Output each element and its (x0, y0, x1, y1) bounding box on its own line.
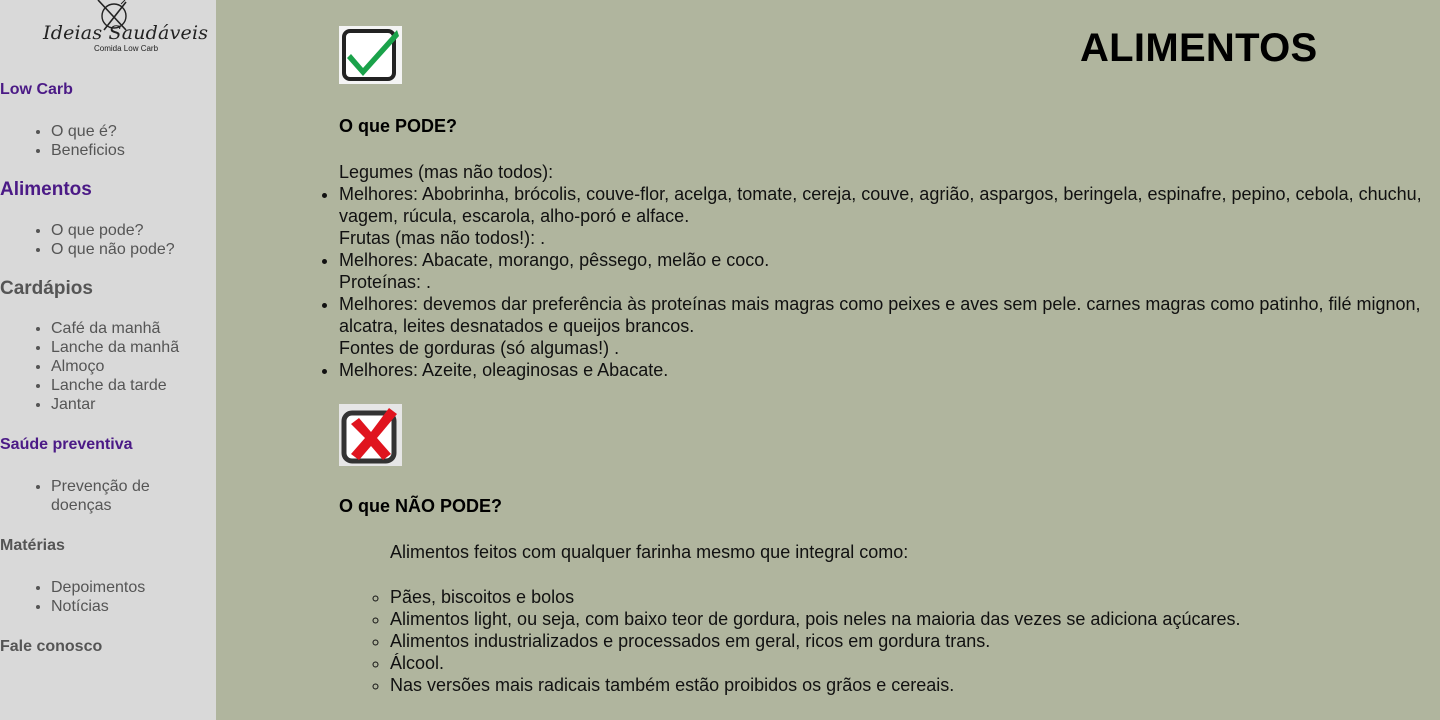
nav-link-prevencao-de-doencas[interactable]: Prevenção de doenças (51, 478, 150, 514)
category-label: Fontes de gorduras (só algumas!) . (339, 338, 620, 358)
red-x-icon (339, 404, 402, 466)
page-title: ALIMENTOS (1080, 26, 1318, 70)
nav-link-almoco[interactable]: Almoço (51, 358, 104, 375)
allowed-foods: Legumes (mas não todos): Melhores: Abobr… (339, 161, 1429, 381)
nav-link-cafe-da-manha[interactable]: Café da manhã (51, 320, 160, 337)
list-item: Lanche da tarde (51, 376, 179, 395)
nav-cardapios-list: Café da manhã Lanche da manhã Almoço Lan… (0, 319, 179, 414)
category-label: Legumes (mas não todos): (339, 162, 554, 182)
category-list: Melhores: devemos dar preferência às pro… (339, 293, 1429, 337)
category-list: Melhores: Abacate, morango, pêssego, mel… (339, 249, 1429, 271)
category-list: Melhores: Abobrinha, brócolis, couve-flo… (339, 183, 1429, 227)
nav-link-jantar[interactable]: Jantar (51, 396, 95, 413)
nav-low-carb[interactable]: Low Carb (0, 81, 73, 99)
site-logo[interactable]: Ideias Saudáveis Comida Low Carb (40, 0, 208, 60)
nav-alimentos[interactable]: Alimentos (0, 179, 92, 201)
list-item: Lanche da manhã (51, 338, 179, 357)
list-item: Melhores: Abobrinha, brócolis, couve-flo… (339, 183, 1429, 227)
nav-materias[interactable]: Matérias (0, 537, 65, 555)
nav-link-lanche-da-tarde[interactable]: Lanche da tarde (51, 377, 167, 394)
list-item: Nas versões mais radicais também estão p… (390, 674, 1240, 696)
list-item: Alimentos light, ou seja, com baixo teor… (390, 608, 1240, 630)
list-item: Pães, biscoitos e bolos (390, 586, 1240, 608)
green-checkmark-icon (339, 26, 402, 84)
forbidden-foods-list: Pães, biscoitos e bolos Alimentos light,… (390, 586, 1240, 696)
category-label: Proteínas: . (339, 272, 432, 292)
cannot-intro: Alimentos feitos com qualquer farinha me… (390, 542, 909, 562)
cannot-heading: O que NÃO PODE? (339, 496, 503, 516)
category-list: Melhores: Azeite, oleaginosas e Abacate. (339, 359, 1429, 381)
nav-cardapios[interactable]: Cardápios (0, 278, 93, 300)
list-item: O que não pode? (51, 240, 175, 259)
can-heading: O que PODE? (339, 116, 458, 136)
list-item: Almoço (51, 357, 179, 376)
list-item: Melhores: devemos dar preferência às pro… (339, 293, 1429, 337)
logo-script-text: Ideias Saudáveis (43, 22, 209, 44)
nav-link-depoimentos[interactable]: Depoimentos (51, 579, 145, 596)
list-item: Café da manhã (51, 319, 179, 338)
nav-link-lanche-da-manha[interactable]: Lanche da manhã (51, 339, 179, 356)
list-item: Depoimentos (51, 578, 145, 597)
logo-tagline: Comida Low Carb (94, 44, 159, 53)
list-item: O que é? (51, 122, 125, 141)
nav-saude-preventiva[interactable]: Saúde preventiva (0, 436, 133, 454)
nav-link-noticias[interactable]: Notícias (51, 598, 109, 615)
nav-saude-list: Prevenção de doenças (0, 477, 216, 515)
list-item: Jantar (51, 395, 179, 414)
nav-link-o-que-pode[interactable]: O que pode? (51, 222, 144, 239)
list-item: Prevenção de doenças (51, 477, 176, 515)
nav-alimentos-list: O que pode? O que não pode? (0, 221, 175, 259)
nav-link-beneficios[interactable]: Beneficios (51, 142, 125, 159)
list-item: Álcool. (390, 652, 1240, 674)
category-label: Frutas (mas não todos!): . (339, 228, 546, 248)
nav-link-o-que-e[interactable]: O que é? (51, 123, 117, 140)
list-item: Melhores: Abacate, morango, pêssego, mel… (339, 249, 1429, 271)
list-item: Melhores: Azeite, oleaginosas e Abacate. (339, 359, 1429, 381)
list-item: Beneficios (51, 141, 125, 160)
nav-materias-list: Depoimentos Notícias (0, 578, 145, 616)
list-item: Alimentos industrializados e processados… (390, 630, 1240, 652)
list-item: Notícias (51, 597, 145, 616)
sidebar: Ideias Saudáveis Comida Low Carb Low Car… (0, 0, 216, 720)
nav-fale-conosco[interactable]: Fale conosco (0, 638, 102, 656)
list-item: O que pode? (51, 221, 175, 240)
nav-link-o-que-nao-pode[interactable]: O que não pode? (51, 241, 175, 258)
nav-low-carb-list: O que é? Beneficios (0, 122, 125, 160)
